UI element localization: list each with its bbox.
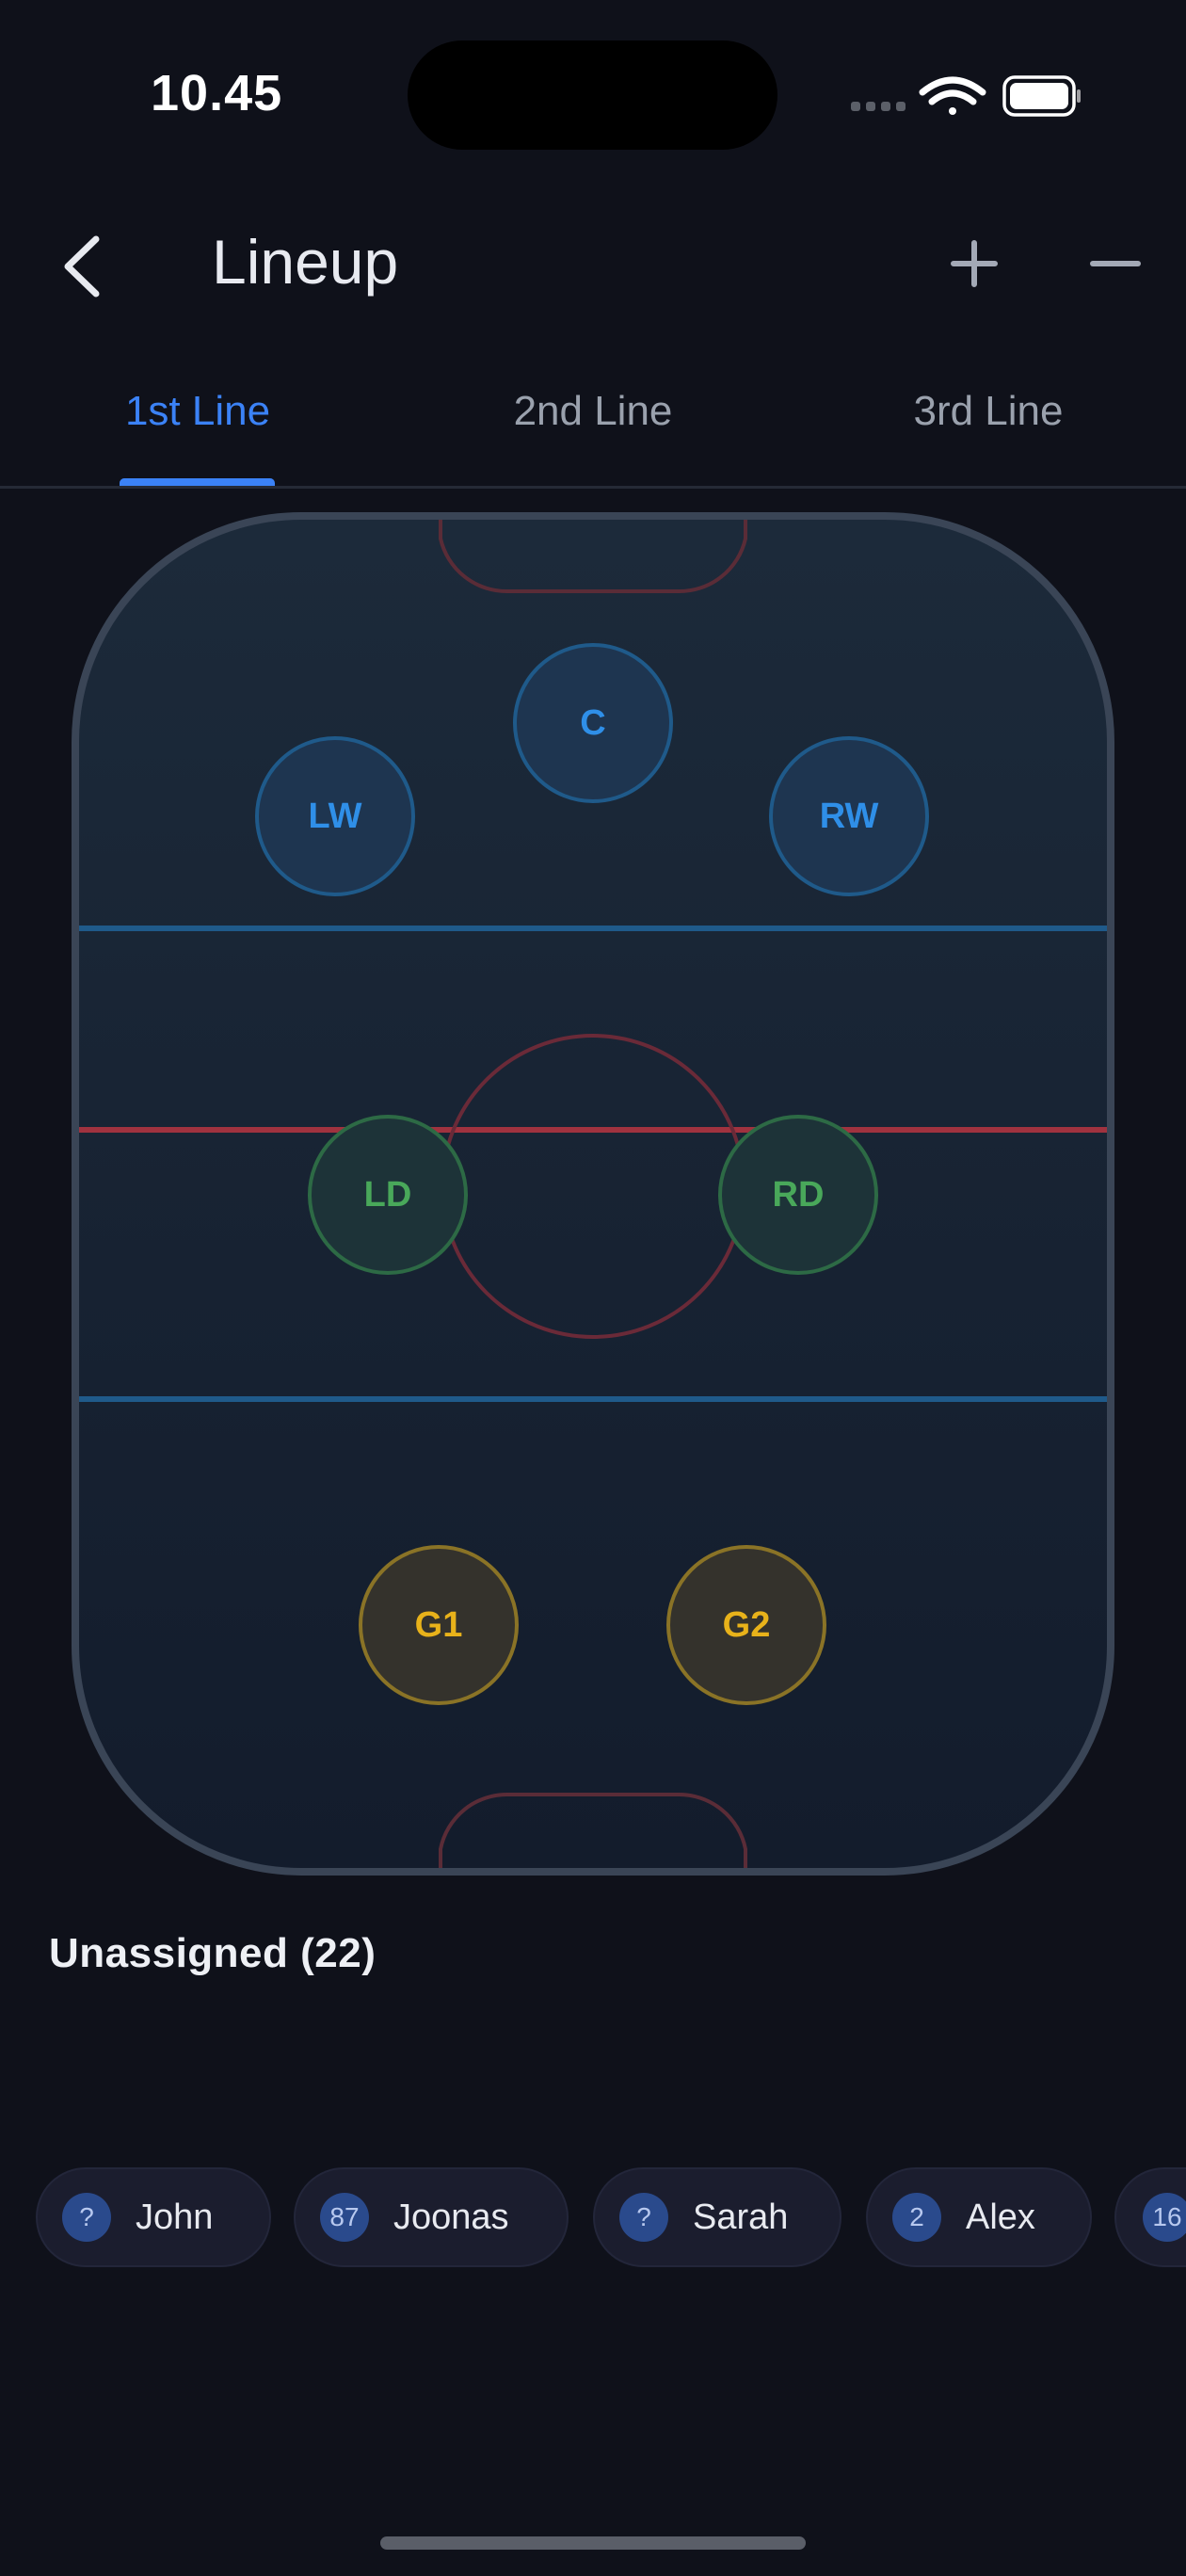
player-number-badge: ? — [62, 2193, 111, 2242]
player-name: Alex — [966, 2197, 1035, 2237]
player-chip[interactable]: 87 Joonas — [294, 2167, 569, 2267]
wifi-icon — [919, 76, 986, 115]
position-goalie-1[interactable]: G1 — [359, 1545, 519, 1705]
player-chip[interactable]: 16 — [1114, 2167, 1186, 2267]
player-name: Sarah — [693, 2197, 789, 2237]
center-faceoff-circle — [441, 1034, 745, 1339]
position-right-defense[interactable]: RD — [718, 1115, 878, 1275]
tab-2nd-line[interactable]: 2nd Line — [452, 388, 734, 435]
player-chip[interactable]: ? John — [36, 2167, 271, 2267]
player-number-badge: 2 — [892, 2193, 941, 2242]
player-chip[interactable]: ? Sarah — [593, 2167, 841, 2267]
status-time: 10.45 — [151, 65, 283, 121]
position-center[interactable]: C — [513, 643, 673, 803]
position-left-defense[interactable]: LD — [308, 1115, 468, 1275]
tab-3rd-line[interactable]: 3rd Line — [847, 388, 1130, 435]
player-chip[interactable]: 2 Alex — [866, 2167, 1092, 2267]
dynamic-island — [408, 40, 777, 150]
remove-line-button[interactable] — [1078, 226, 1153, 301]
player-number-badge: 16 — [1143, 2193, 1186, 2242]
add-line-button[interactable] — [937, 226, 1012, 301]
back-button[interactable] — [47, 224, 122, 309]
player-number-badge: ? — [619, 2193, 668, 2242]
top-goal-crease — [439, 520, 747, 594]
position-left-wing[interactable]: LW — [255, 736, 415, 896]
position-goalie-2[interactable]: G2 — [666, 1545, 826, 1705]
player-name: John — [136, 2197, 214, 2237]
status-icons — [847, 73, 1082, 121]
battery-icon — [1002, 75, 1081, 117]
minus-icon — [1090, 261, 1141, 266]
plus-icon — [951, 240, 998, 287]
position-right-wing[interactable]: RW — [769, 736, 929, 896]
tab-1st-line[interactable]: 1st Line — [56, 388, 339, 435]
page-title: Lineup — [212, 227, 399, 297]
player-number-badge: 87 — [320, 2193, 369, 2242]
unassigned-heading: Unassigned (22) — [49, 1930, 377, 1976]
home-indicator[interactable] — [380, 2536, 806, 2550]
signal-dots-icon — [851, 102, 906, 111]
bottom-goal-crease — [439, 1792, 747, 1868]
player-name: Joonas — [393, 2197, 509, 2237]
tab-divider — [0, 486, 1186, 489]
chevron-left-icon — [64, 235, 100, 298]
